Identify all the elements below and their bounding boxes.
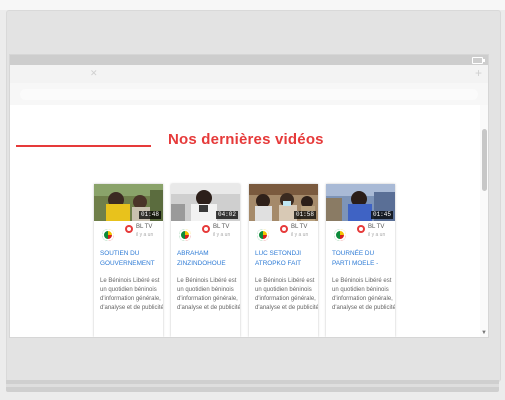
video-title[interactable]: TOURNÉE DU PARTI MOELE - [332, 249, 395, 269]
bottom-bar [6, 380, 499, 392]
page-content: Nos dernières vidéos 01:48 BL TV il y a … [10, 105, 480, 337]
tab-bar[interactable]: ✕ + [10, 65, 488, 83]
channel-name[interactable]: BL TV [291, 224, 307, 230]
video-thumbnail[interactable]: 01:48 [94, 184, 163, 221]
video-title-line: ATROPKO FAIT [255, 260, 302, 267]
close-tab-icon[interactable]: ✕ [90, 68, 98, 79]
url-input[interactable] [20, 89, 478, 100]
video-title-line: LUC SETONDJI [255, 250, 302, 257]
video-card[interactable]: 01:48 BL TV il y a un SOUTIEN DU GOUVERN… [94, 184, 163, 337]
section-rule [16, 145, 151, 147]
video-title[interactable]: SOUTIEN DU GOUVERNEMENT [100, 249, 163, 269]
video-title-line: PARTI MOELE - [332, 260, 379, 267]
scroll-down-arrow-icon[interactable]: ▼ [481, 330, 487, 336]
video-duration: 04:02 [215, 211, 238, 219]
channel-badge-icon [357, 225, 365, 233]
video-title-line: TOURNÉE DU [332, 250, 375, 257]
video-description: Le Béninois Libéré est un quotidien béni… [100, 278, 163, 311]
video-title-line: ZINZINDOHOUE [177, 260, 226, 267]
time-ago: il y a un [291, 232, 309, 238]
battery-icon [472, 57, 485, 64]
video-meta: BL TV il y a un [171, 221, 240, 241]
video-thumbnail[interactable]: 01:45 [326, 184, 395, 221]
channel-avatar-icon[interactable] [102, 229, 114, 241]
section-title: Nos dernières vidéos [168, 131, 324, 148]
scrollbar-thumb[interactable] [482, 129, 487, 191]
video-meta: BL TV il y a un [249, 221, 318, 241]
video-description: Le Béninois Libéré est un quotidien béni… [332, 278, 395, 311]
video-title[interactable]: ABRAHAM ZINZINDOHOUE [177, 249, 240, 269]
video-meta: BL TV il y a un [326, 221, 395, 241]
time-ago: il y a un [136, 232, 154, 238]
video-duration: 01:45 [370, 211, 393, 219]
video-duration: 01:48 [138, 211, 161, 219]
time-ago: il y a un [368, 232, 386, 238]
channel-avatar-icon[interactable] [334, 229, 346, 241]
browser-title-bar [10, 55, 488, 65]
video-title-line: GOUVERNEMENT [100, 260, 155, 267]
video-thumbnail[interactable]: 01:58 [249, 184, 318, 221]
channel-name[interactable]: BL TV [213, 224, 229, 230]
channel-name[interactable]: BL TV [368, 224, 384, 230]
video-duration: 01:58 [293, 211, 316, 219]
time-ago: il y a un [213, 232, 231, 238]
channel-avatar-icon[interactable] [257, 229, 269, 241]
video-card[interactable]: 04:02 BL TV il y a un ABRAHAM ZINZINDOHO… [171, 184, 240, 337]
video-title-line: SOUTIEN DU [100, 250, 140, 257]
address-bar [10, 83, 488, 105]
video-thumbnail[interactable]: 04:02 [171, 184, 240, 221]
channel-badge-icon [280, 225, 288, 233]
channel-badge-icon [202, 225, 210, 233]
channel-name[interactable]: BL TV [136, 224, 152, 230]
video-card[interactable]: 01:45 BL TV il y a un TOURNÉE DU PARTI M… [326, 184, 395, 337]
browser-window: ✕ + Nos dernières vidéos 01:48 BL TV il … [9, 54, 489, 338]
channel-badge-icon [125, 225, 133, 233]
top-strip [0, 0, 505, 10]
video-description: Le Béninois Libéré est un quotidien béni… [177, 278, 240, 311]
video-title[interactable]: LUC SETONDJI ATROPKO FAIT [255, 249, 318, 269]
video-meta: BL TV il y a un [94, 221, 163, 241]
channel-avatar-icon[interactable] [179, 229, 191, 241]
video-card[interactable]: 01:58 BL TV il y a un LUC SETONDJI ATROP… [249, 184, 318, 337]
new-tab-icon[interactable]: + [475, 66, 482, 80]
video-description: Le Béninois Libéré est un quotidien béni… [255, 278, 318, 311]
video-title-line: ABRAHAM [177, 250, 209, 257]
